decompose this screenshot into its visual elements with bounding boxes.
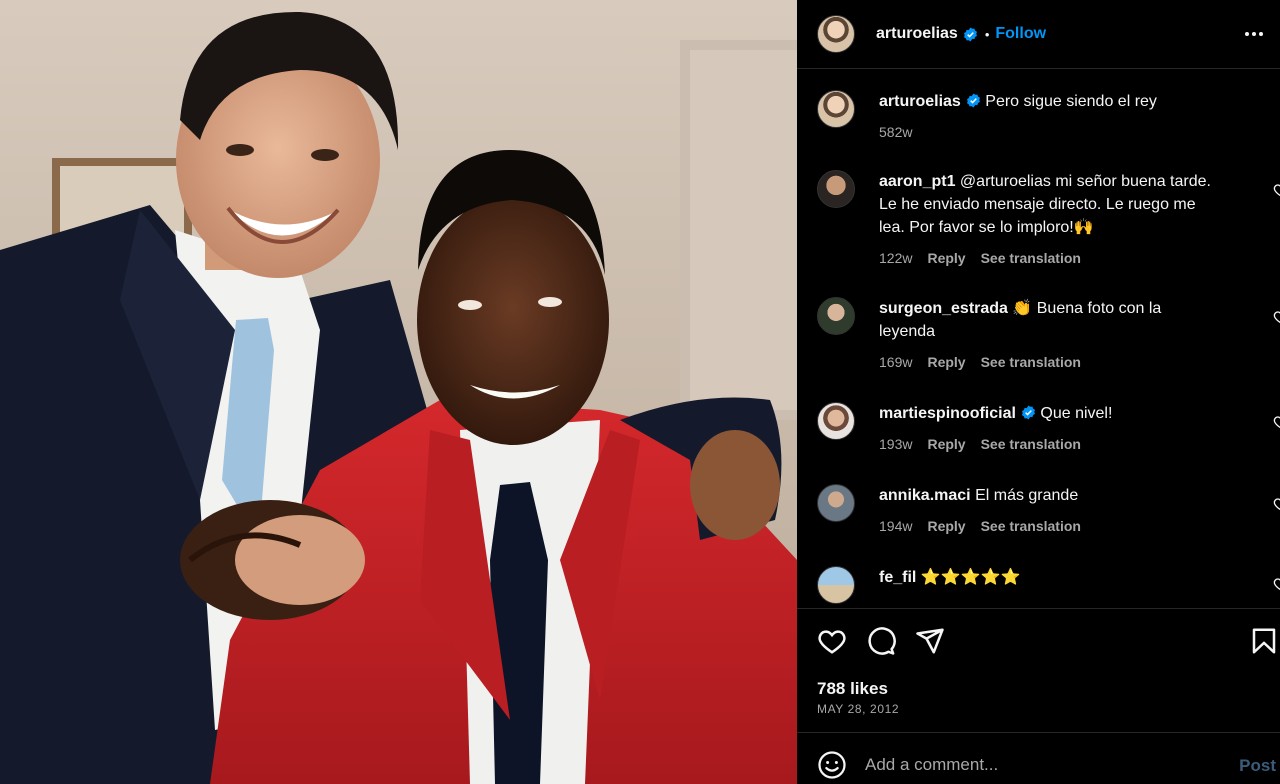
verified-badge-icon bbox=[963, 26, 977, 42]
see-translation-button[interactable]: See translation bbox=[981, 247, 1081, 270]
heart-icon[interactable] bbox=[1273, 576, 1280, 592]
commenter-avatar[interactable] bbox=[817, 90, 855, 128]
add-comment-bar: Post bbox=[797, 732, 1280, 784]
comment-icon[interactable] bbox=[866, 626, 896, 656]
likes-count[interactable]: 788 likes bbox=[817, 679, 888, 699]
action-bar: 788 likes MAY 28, 2012 bbox=[797, 608, 1280, 732]
comment-time: 169w bbox=[879, 354, 913, 370]
post-date: MAY 28, 2012 bbox=[817, 702, 900, 716]
commenter-avatar[interactable] bbox=[817, 170, 855, 208]
separator-dot: • bbox=[984, 26, 990, 42]
see-translation-button[interactable]: See translation bbox=[981, 515, 1081, 538]
emoji-icon[interactable] bbox=[817, 750, 847, 780]
send-icon[interactable] bbox=[915, 626, 945, 656]
commenter-username[interactable]: fe_fil bbox=[879, 569, 916, 586]
author-avatar[interactable] bbox=[817, 15, 855, 53]
bookmark-icon[interactable] bbox=[1249, 626, 1279, 656]
comment-input[interactable] bbox=[865, 753, 1215, 777]
commenter-username[interactable]: arturoelias bbox=[879, 93, 961, 110]
heart-icon[interactable] bbox=[1273, 182, 1280, 198]
commenter-username[interactable]: annika.maci bbox=[879, 487, 971, 504]
commenter-username[interactable]: aaron_pt1 bbox=[879, 173, 955, 190]
commenter-avatar[interactable] bbox=[817, 484, 855, 522]
see-translation-button[interactable]: See translation bbox=[981, 351, 1081, 374]
comment-text: Pero sigue siendo el rey bbox=[985, 93, 1157, 110]
comment-text: ⭐⭐⭐⭐⭐ bbox=[920, 569, 1021, 586]
post-header: arturoelias • Follow bbox=[797, 0, 1280, 69]
see-translation-button[interactable]: See translation bbox=[981, 433, 1081, 456]
comment-text: El más grande bbox=[975, 487, 1079, 504]
post-comment-button[interactable]: Post bbox=[1239, 756, 1276, 776]
heart-icon[interactable] bbox=[1273, 414, 1280, 430]
commenter-username[interactable]: martiespinooficial bbox=[879, 405, 1016, 422]
comment-time: 193w bbox=[879, 436, 913, 452]
commenter-username[interactable]: surgeon_estrada bbox=[879, 300, 1008, 317]
reply-button[interactable]: Reply bbox=[927, 247, 965, 270]
heart-icon[interactable] bbox=[1273, 496, 1280, 512]
follow-button[interactable]: Follow bbox=[995, 25, 1046, 43]
comment-time: 122w bbox=[879, 250, 913, 266]
heart-icon[interactable] bbox=[1273, 309, 1280, 325]
comments-list[interactable]: arturoelias Pero sigue siendo el rey 582… bbox=[797, 70, 1280, 608]
heart-icon[interactable] bbox=[817, 626, 847, 656]
commenter-avatar[interactable] bbox=[817, 297, 855, 335]
post-image bbox=[0, 0, 797, 784]
comment-time: 194w bbox=[879, 518, 913, 534]
comment-time: 582w bbox=[879, 124, 913, 140]
post-side-panel: arturoelias • Follow arturoelias Pero si… bbox=[797, 0, 1280, 784]
commenter-avatar[interactable] bbox=[817, 566, 855, 604]
verified-badge-icon bbox=[966, 93, 980, 108]
comment-text: Que nivel! bbox=[1040, 405, 1113, 422]
commenter-avatar[interactable] bbox=[817, 402, 855, 440]
reply-button[interactable]: Reply bbox=[927, 351, 965, 374]
more-options-icon[interactable] bbox=[1242, 22, 1266, 46]
author-username[interactable]: arturoelias bbox=[876, 25, 958, 43]
post-photo bbox=[0, 0, 797, 784]
reply-button[interactable]: Reply bbox=[927, 515, 965, 538]
reply-button[interactable]: Reply bbox=[927, 433, 965, 456]
verified-badge-icon bbox=[1021, 405, 1035, 420]
